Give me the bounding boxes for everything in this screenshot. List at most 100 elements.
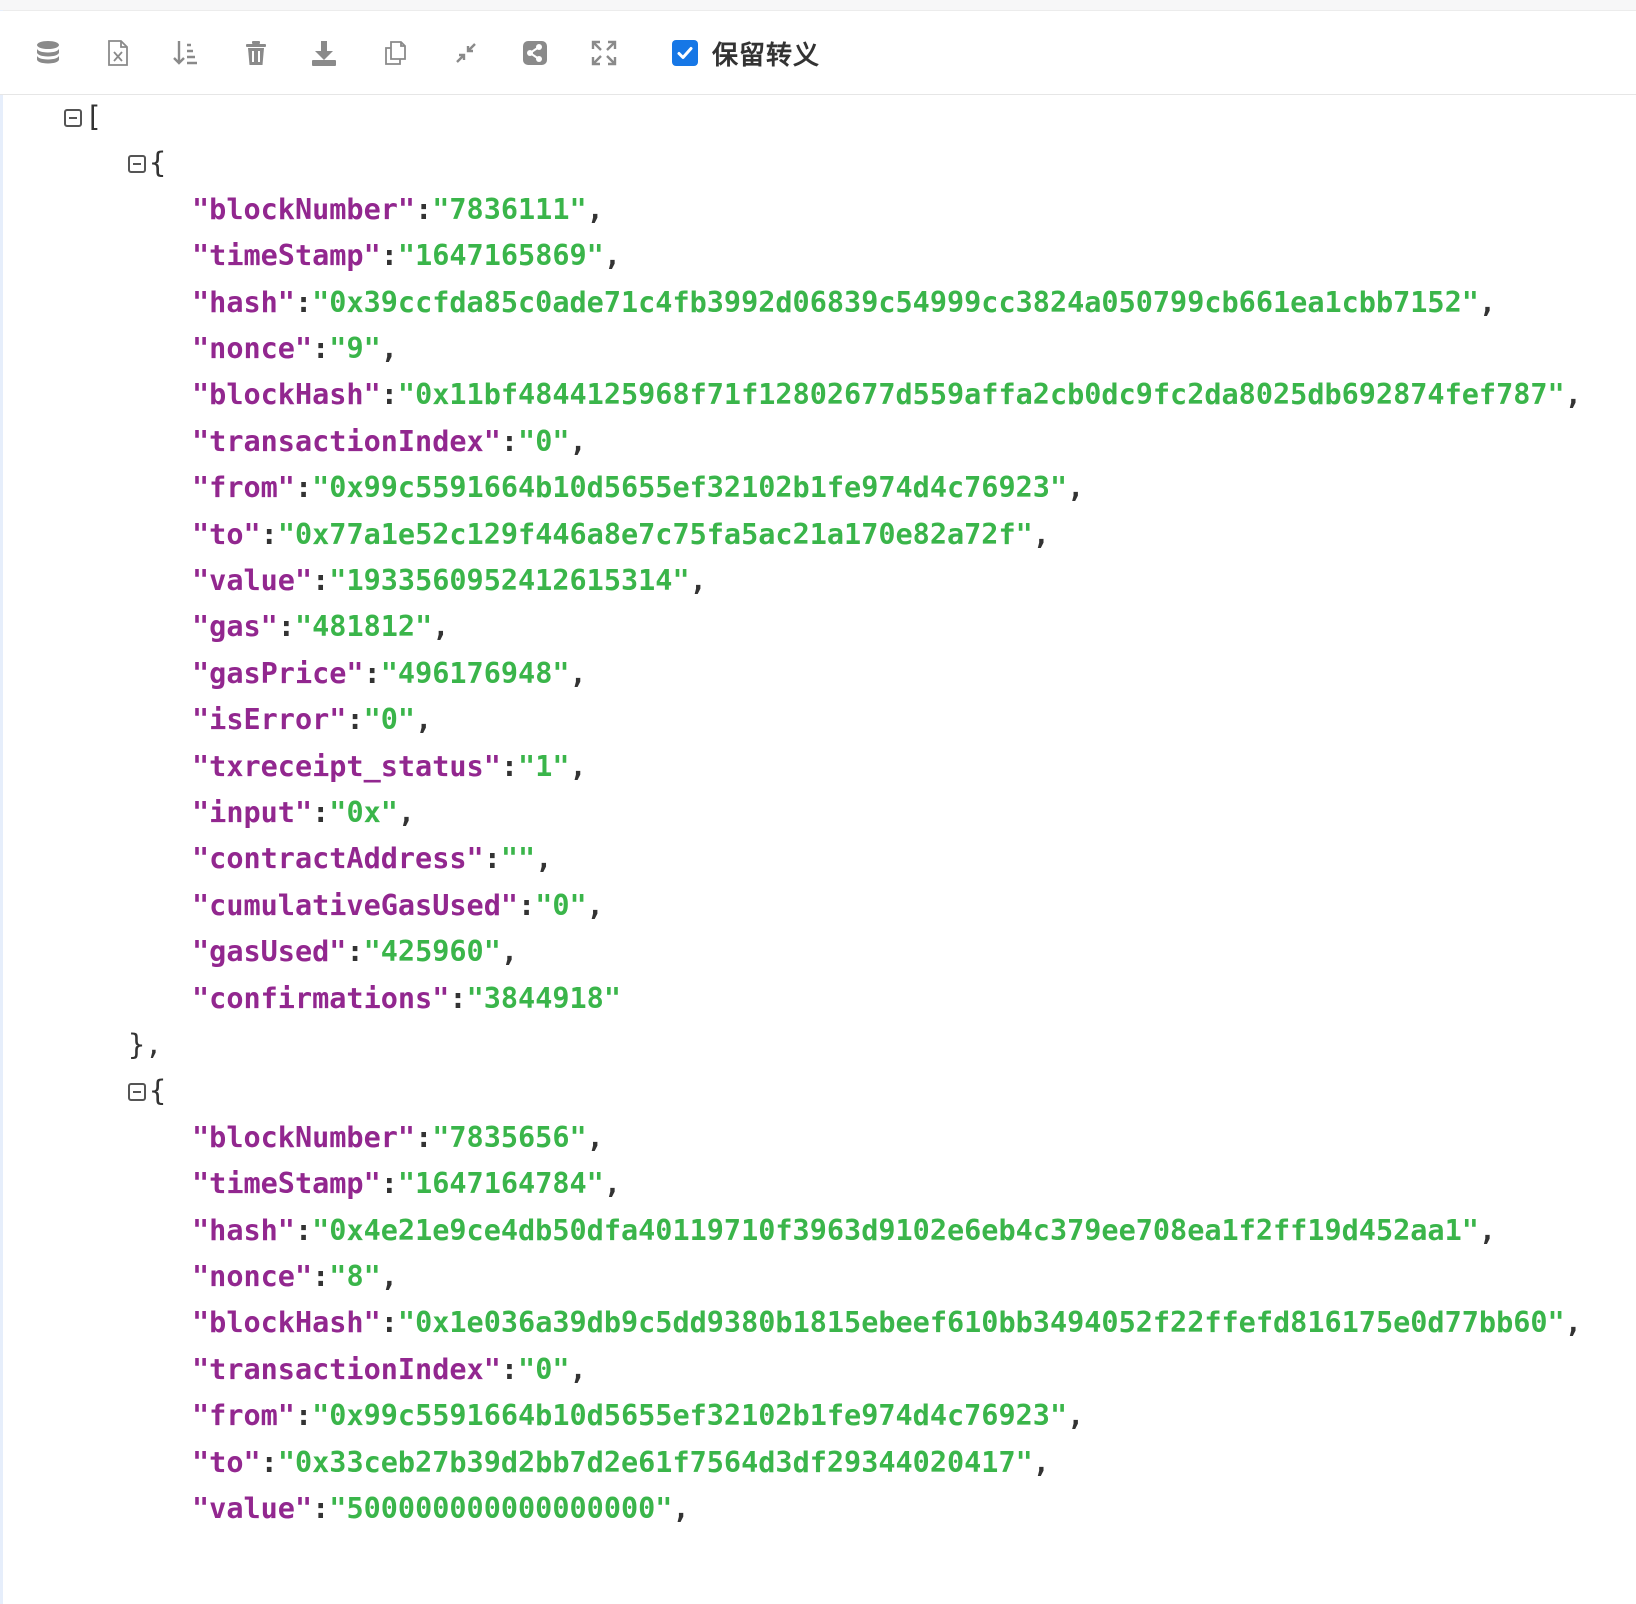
json-colon: :: [294, 285, 313, 319]
json-field-row: "transactionIndex":"0",: [192, 420, 587, 464]
copy-icon[interactable]: [378, 35, 414, 71]
object-collapse-toggle-icon[interactable]: [128, 1083, 146, 1102]
json-field-row: "from":"0x99c5591664b10d5655ef32102b1fe9…: [192, 1394, 1084, 1438]
json-string-value: "0": [518, 1352, 570, 1386]
json-field-row: "cumulativeGasUsed":"0",: [192, 884, 604, 928]
json-field-row: "nonce":"9",: [192, 327, 398, 371]
json-colon: :: [294, 1399, 313, 1433]
json-field-row: "to":"0x33ceb27b39d2bb7d2e61f7564d3df293…: [192, 1441, 1050, 1485]
json-key: "value": [192, 1492, 313, 1525]
json-comma: ,: [672, 1492, 690, 1525]
json-field-row: "nonce":"8",: [192, 1255, 398, 1299]
json-key: "input": [192, 796, 313, 829]
json-comma: ,: [586, 1120, 604, 1154]
json-field-row: "gas":"481812",: [192, 605, 449, 649]
json-comma: ,: [689, 564, 707, 597]
json-key: "hash": [192, 1213, 295, 1247]
json-key: "transactionIndex": [192, 1352, 501, 1386]
sort-icon[interactable]: [168, 35, 204, 71]
json-field-row: "txreceipt_status":"1",: [192, 745, 587, 789]
json-colon: :: [312, 796, 330, 829]
json-string-value: "0x11bf4844125968f71f12802677d559affa2cb…: [397, 378, 1565, 412]
json-key: "txreceipt_status": [192, 749, 501, 783]
json-field-row: "blockNumber":"7835656",: [192, 1116, 604, 1160]
json-field-row: "hash":"0x4e21e9ce4db50dfa40119710f3963d…: [192, 1209, 1496, 1253]
json-key: "transactionIndex": [192, 424, 501, 458]
json-colon: :: [380, 1167, 398, 1201]
json-string-value: "1647164784": [397, 1167, 604, 1201]
expand-icon[interactable]: [586, 35, 622, 71]
json-field-row: "blockNumber":"7836111",: [192, 188, 604, 232]
json-tree-view: [{"blockNumber":"7836111", "timeStamp":"1…: [0, 95, 1636, 1604]
object-open-brace: {: [149, 1074, 167, 1108]
json-key: "to": [192, 517, 261, 551]
download-icon[interactable]: [306, 35, 342, 71]
json-comma: ,: [569, 749, 587, 783]
json-colon: :: [294, 471, 313, 505]
keep-escape-label: 保留转义: [712, 40, 821, 71]
json-string-value: "0x1e036a39db9c5dd9380b1815ebeef610bb349…: [397, 1306, 1565, 1340]
json-colon: :: [312, 1492, 330, 1525]
json-key: "blockHash": [192, 378, 381, 412]
json-colon: :: [500, 1352, 519, 1386]
json-key: "blockHash": [192, 1306, 381, 1340]
json-comma: ,: [1032, 517, 1050, 551]
json-string-value: "425960": [363, 935, 501, 969]
json-string-value: "1647165869": [397, 239, 604, 273]
keep-escape-option[interactable]: 保留转义: [672, 37, 821, 71]
excel-export-icon[interactable]: [100, 35, 136, 71]
json-colon: :: [380, 378, 398, 412]
json-colon: :: [380, 239, 398, 273]
json-comma: ,: [380, 332, 398, 365]
json-comma: ,: [1564, 1306, 1582, 1340]
json-field-row: "blockHash":"0x1e036a39db9c5dd9380b1815e…: [192, 1301, 1582, 1345]
json-colon: :: [260, 517, 278, 551]
json-colon: :: [518, 888, 536, 922]
json-key: "from": [192, 1399, 295, 1433]
database-icon[interactable]: [30, 35, 66, 71]
delete-icon[interactable]: [238, 35, 274, 71]
json-key: "blockNumber": [192, 192, 416, 226]
json-colon: :: [260, 1445, 278, 1479]
collapse-icon[interactable]: [448, 35, 484, 71]
json-comma: ,: [380, 1260, 398, 1293]
json-key: "blockNumber": [192, 1120, 416, 1154]
json-string-value: "0": [363, 703, 416, 737]
json-colon: :: [312, 332, 330, 365]
json-field-row: "timeStamp":"1647164784",: [192, 1162, 621, 1206]
json-string-value: "1933560952412615314": [329, 564, 690, 597]
json-field-row: "value":"500000000000000000",: [192, 1487, 690, 1531]
object-open-brace: {: [149, 146, 167, 180]
json-comma: ,: [569, 656, 587, 690]
json-key: "from": [192, 471, 295, 505]
json-field-row: "blockHash":"0x11bf4844125968f71f1280267…: [192, 373, 1582, 417]
json-colon: :: [312, 564, 330, 597]
json-colon: :: [294, 1213, 313, 1247]
json-key: "gasUsed": [192, 935, 347, 969]
json-comma: ,: [397, 796, 416, 829]
json-comma: ,: [586, 192, 604, 226]
json-comma: ,: [1067, 1399, 1085, 1433]
json-field-row: "hash":"0x39ccfda85c0ade71c4fb3992d06839…: [192, 281, 1496, 325]
array-collapse-toggle-icon[interactable]: [64, 109, 82, 127]
json-comma: ,: [415, 703, 433, 737]
object-collapse-toggle-icon[interactable]: [128, 155, 146, 174]
json-string-value: "0x33ceb27b39d2bb7d2e61f7564d3df29344020…: [277, 1445, 1033, 1479]
json-field-row: "from":"0x99c5591664b10d5655ef32102b1fe9…: [192, 466, 1084, 510]
json-field-row: "gasUsed":"425960",: [192, 930, 518, 974]
json-comma: ,: [1478, 285, 1497, 319]
json-comma: ,: [1067, 471, 1085, 505]
share-icon[interactable]: [517, 35, 553, 71]
object-open-line: {: [128, 141, 166, 185]
keep-escape-checkbox[interactable]: [672, 40, 698, 66]
json-field-row: "to":"0x77a1e52c129f446a8e7c75fa5ac21a17…: [192, 513, 1050, 557]
json-key: "confirmations": [192, 981, 450, 1015]
json-string-value: "0": [518, 424, 570, 458]
json-comma: ,: [1564, 378, 1582, 412]
json-colon: :: [312, 1260, 330, 1293]
json-comma: ,: [500, 935, 519, 969]
json-string-value: "481812": [294, 610, 433, 644]
json-key: "to": [192, 1445, 261, 1479]
json-colon: :: [500, 424, 519, 458]
json-string-value: "0x": [329, 796, 398, 829]
